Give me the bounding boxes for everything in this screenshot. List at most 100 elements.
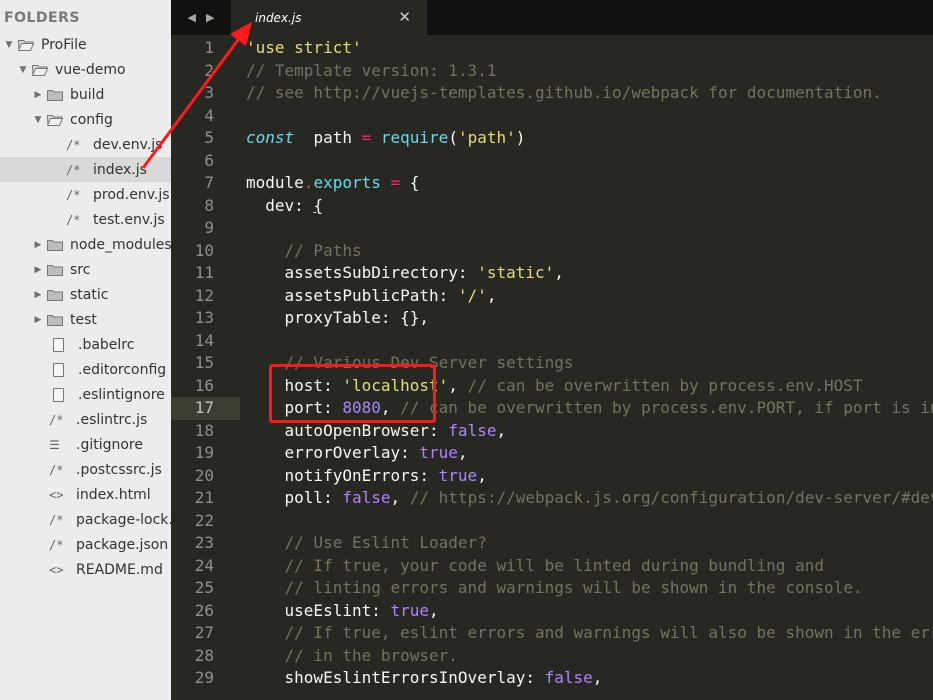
code-line[interactable]: 27 // If true, eslint errors and warning… [171, 622, 933, 645]
code-line[interactable]: 10 // Paths [171, 240, 933, 263]
chevron-down-icon[interactable]: ▼ [4, 40, 14, 50]
code-line[interactable]: 28 // in the browser. [171, 645, 933, 668]
line-number: 18 [194, 420, 214, 440]
code-line[interactable]: 23 // Use Eslint Loader? [171, 532, 933, 555]
chevron-right-icon[interactable]: ▶ [33, 90, 43, 100]
code-token: // see http://vuejs-templates.github.io/… [246, 83, 882, 102]
chevron-right-icon[interactable]: ▶ [33, 315, 43, 325]
sidebar-file[interactable]: ☰ .gitignore [0, 432, 171, 457]
code-line[interactable]: 2 // Template version: 1.3.1 [171, 60, 933, 83]
chevron-right-icon[interactable]: ▶ [33, 290, 43, 300]
code-token: '/' [457, 285, 487, 305]
sidebar-file[interactable]: /* index.js [0, 157, 171, 182]
code-line[interactable]: 12 assetsPublicPath: '/', [171, 285, 933, 308]
line-number: 12 [194, 285, 214, 305]
chevron-right-icon[interactable]: ▶ [33, 265, 43, 275]
code-line[interactable]: 8 dev: { [171, 195, 933, 218]
code-token: // Template version: 1.3.1 [246, 60, 497, 80]
code-token: 'use strict' [246, 38, 362, 57]
code-token: // https://webpack.js.org/configuration/… [409, 488, 933, 507]
code-token: , [554, 263, 564, 282]
code-text: proxyTable: {}, [246, 307, 430, 330]
code-line[interactable]: 3 // see http://vuejs-templates.github.io… [171, 82, 933, 105]
chevron-down-icon[interactable]: ▼ [33, 115, 43, 125]
code-token: , [592, 668, 603, 687]
line-number: 11 [194, 263, 214, 282]
line-number: 28 [194, 645, 214, 665]
sidebar-file[interactable]: .babelrc [0, 332, 171, 357]
code-line[interactable]: 26 useEslint: true, [171, 600, 933, 623]
code-text: // If true, your code will be linted dur… [246, 555, 824, 578]
tab-index-js[interactable]: index.js ✕ [231, 0, 427, 35]
code-token: assetsPublicPath: [246, 285, 458, 305]
code-token: , [429, 600, 439, 620]
code-line[interactable]: 1 'use strict' [171, 37, 933, 60]
sidebar-item-label: .eslintignore [78, 386, 165, 403]
sidebar-file[interactable]: .eslintignore [0, 382, 171, 407]
sidebar-item-label: test.env.js [93, 211, 165, 228]
chevron-down-icon[interactable]: ▼ [18, 65, 28, 75]
code-line[interactable]: 14 [171, 330, 933, 353]
code-line[interactable]: 20 notifyOnErrors: true, [171, 465, 933, 488]
code-token: true [390, 600, 430, 620]
code-line[interactable]: 22 [171, 510, 933, 533]
code-line[interactable]: 4 [171, 105, 933, 128]
code-line[interactable]: 25 // linting errors and warnings will b… [171, 577, 933, 600]
sidebar-file[interactable]: /* dev.env.js [0, 132, 171, 157]
sidebar-file[interactable]: /* .eslintrc.js [0, 407, 171, 432]
line-number: 14 [194, 330, 214, 350]
sidebar-file[interactable]: <> README.md [0, 557, 171, 582]
sidebar-folder[interactable]: ▶ node_modules [0, 232, 171, 257]
sidebar-file[interactable]: /* .postcssrc.js [0, 457, 171, 482]
code-line[interactable]: 6 [171, 150, 933, 173]
code-token: exports [313, 173, 381, 192]
folder-icon [47, 89, 63, 101]
file-doc-icon [53, 362, 64, 377]
sidebar-folder[interactable]: ▼ ProFile [0, 32, 171, 57]
sidebar-file[interactable]: /* package-lock.json [0, 507, 171, 532]
code-line[interactable]: 29 showEslintErrorsInOverlay: false, [171, 667, 933, 690]
sidebar: FOLDERS ▼ ProFile ▼ vue-demo ▶ build ▼ config /*… [0, 0, 171, 700]
code-line[interactable]: 19 errorOverlay: true, [171, 442, 933, 465]
forward-arrow-icon[interactable]: ▶ [206, 11, 214, 24]
line-number: 17 [194, 398, 214, 417]
sidebar-file[interactable]: <> index.html [0, 482, 171, 507]
folder-open-icon [18, 39, 34, 51]
code-line[interactable]: 5 const path = require('path') [171, 127, 933, 150]
line-number: 25 [194, 578, 214, 597]
code-line[interactable]: 13 proxyTable: {}, [171, 307, 933, 330]
sidebar-folder[interactable]: ▶ src [0, 257, 171, 282]
chevron-right-icon[interactable]: ▶ [33, 240, 43, 250]
file-type-icon: /* [49, 412, 64, 427]
sidebar-item-label: index.js [93, 161, 147, 178]
folder-open-icon [32, 64, 48, 76]
sidebar-folder[interactable]: ▶ build [0, 82, 171, 107]
sidebar-folder[interactable]: ▶ test [0, 307, 171, 332]
sidebar-item-label: dev.env.js [93, 136, 163, 153]
sidebar-item-label: test [70, 311, 97, 328]
sidebar-file[interactable]: /* package.json [0, 532, 171, 557]
file-type-icon: <> [49, 487, 64, 502]
sidebar-file[interactable]: .editorconfig [0, 357, 171, 382]
sidebar-folder[interactable]: ▼ vue-demo [0, 57, 171, 82]
code-line[interactable]: 11 assetsSubDirectory: 'static', [171, 262, 933, 285]
code-token: // If true, eslint errors and warnings w… [284, 623, 933, 642]
sidebar-file[interactable]: /* test.env.js [0, 207, 171, 232]
code-line[interactable]: 7 module.exports = { [171, 172, 933, 195]
sidebar-file[interactable]: /* prod.env.js [0, 182, 171, 207]
line-number: 26 [194, 600, 214, 620]
code-text: dev: { [246, 195, 323, 218]
sidebar-folder[interactable]: ▶ static [0, 282, 171, 307]
sidebar-folder[interactable]: ▼ config [0, 107, 171, 132]
file-type-icon: /* [66, 162, 81, 177]
code-line[interactable]: 24 // If true, your code will be linted … [171, 555, 933, 578]
code-line[interactable]: 21 poll: false, // https://webpack.js.or… [171, 487, 933, 510]
sidebar-item-label: static [70, 286, 109, 303]
sidebar-item-label: index.html [76, 486, 151, 503]
annotation-highlight-box [269, 364, 436, 423]
line-number: 21 [194, 488, 214, 507]
close-icon[interactable]: ✕ [398, 8, 411, 26]
back-arrow-icon[interactable]: ◀ [188, 11, 196, 24]
code-line[interactable]: 9 [171, 217, 933, 240]
sidebar-item-label: .editorconfig [78, 361, 167, 378]
